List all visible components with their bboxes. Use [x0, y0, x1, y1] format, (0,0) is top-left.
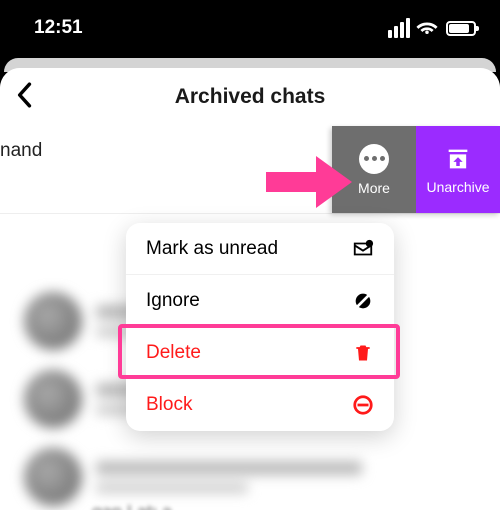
back-button[interactable]	[16, 79, 52, 116]
list-item[interactable]	[0, 438, 500, 510]
annotation-arrow	[266, 156, 352, 213]
menu-mark-unread[interactable]: Mark as unread	[126, 223, 394, 275]
battery-icon	[446, 21, 476, 36]
context-menu: Mark as unread Ignore Delete Block	[126, 223, 394, 431]
unarchive-button[interactable]: Unarchive	[416, 126, 500, 213]
chat-name-peek: gan Latı a	[92, 502, 172, 510]
swipe-actions: More Unarchive	[332, 126, 500, 213]
chat-name-partial: nand	[0, 140, 42, 162]
signal-icon	[388, 18, 410, 38]
eye-off-icon	[352, 290, 374, 312]
menu-ignore[interactable]: Ignore	[126, 275, 394, 327]
avatar	[24, 292, 82, 350]
menu-delete[interactable]: Delete	[126, 327, 394, 379]
mail-icon	[352, 238, 374, 260]
more-label: More	[358, 180, 390, 196]
status-bar: 12:51	[0, 0, 500, 56]
unarchive-icon	[444, 145, 472, 173]
menu-label: Ignore	[146, 290, 200, 312]
menu-label: Delete	[146, 342, 201, 364]
menu-block[interactable]: Block	[126, 379, 394, 431]
trash-icon	[352, 342, 374, 364]
more-icon	[359, 144, 389, 174]
navbar: Archived chats	[0, 68, 500, 126]
status-time: 12:51	[34, 17, 83, 39]
unarchive-label: Unarchive	[426, 179, 489, 195]
avatar	[24, 448, 82, 506]
wifi-icon	[416, 20, 438, 36]
status-indicators	[388, 18, 476, 38]
avatar	[24, 370, 82, 428]
block-icon	[352, 394, 374, 416]
menu-label: Block	[146, 394, 192, 416]
chat-row[interactable]: nand More Unarchive	[0, 126, 500, 214]
menu-label: Mark as unread	[146, 238, 278, 260]
page-title: Archived chats	[0, 85, 500, 109]
